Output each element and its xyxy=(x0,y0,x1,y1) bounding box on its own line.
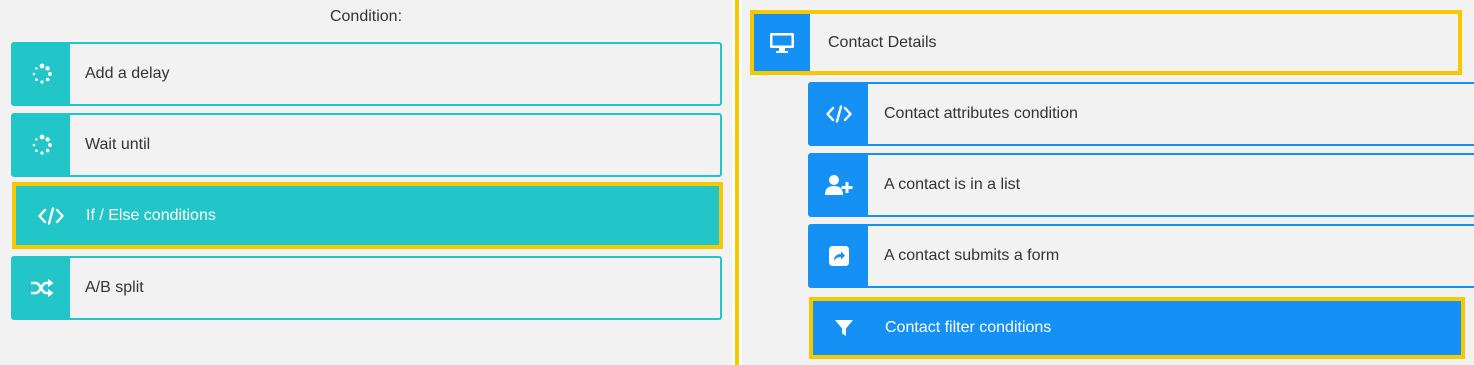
ab-split-label: A/B split xyxy=(85,279,144,296)
code-icon xyxy=(16,186,86,245)
user-plus-icon xyxy=(810,155,868,215)
if-else-conditions-option[interactable]: If / Else conditions xyxy=(16,186,719,245)
left-panel: Condition: Add a delay Wait until If / E… xyxy=(0,0,732,365)
desktop-icon xyxy=(754,14,810,71)
condition-section-title: Condition: xyxy=(329,8,403,25)
add-delay-option[interactable]: Add a delay xyxy=(11,42,722,106)
ab-split-option[interactable]: A/B split xyxy=(11,256,722,320)
wait-until-label: Wait until xyxy=(85,136,151,153)
contact-details-header[interactable]: Contact Details xyxy=(750,10,1462,75)
contact-attributes-condition-label: Contact attributes condition xyxy=(884,105,1078,122)
code-icon xyxy=(810,84,868,144)
if-else-conditions-label: If / Else conditions xyxy=(86,206,216,224)
contact-in-list-label: A contact is in a list xyxy=(884,176,1021,193)
add-delay-label: Add a delay xyxy=(85,65,170,82)
share-square-icon xyxy=(810,226,868,286)
right-panel: Contact Details Contact attributes condi… xyxy=(742,0,1474,365)
contact-filter-conditions-option[interactable]: Contact filter conditions xyxy=(813,301,1461,355)
spinner-icon xyxy=(13,115,70,175)
panel-divider xyxy=(735,0,739,365)
contact-in-list-option[interactable]: A contact is in a list xyxy=(808,153,1474,217)
contact-submits-form-option[interactable]: A contact submits a form xyxy=(808,224,1474,288)
contact-filter-conditions-label: Contact filter conditions xyxy=(885,319,1052,336)
spinner-icon xyxy=(13,44,70,104)
filter-icon xyxy=(813,301,875,355)
contact-attributes-condition-option[interactable]: Contact attributes condition xyxy=(808,82,1474,146)
contact-submits-form-label: A contact submits a form xyxy=(884,247,1060,264)
wait-until-option[interactable]: Wait until xyxy=(11,113,722,177)
random-icon xyxy=(13,258,70,318)
contact-details-label: Contact Details xyxy=(828,33,937,51)
